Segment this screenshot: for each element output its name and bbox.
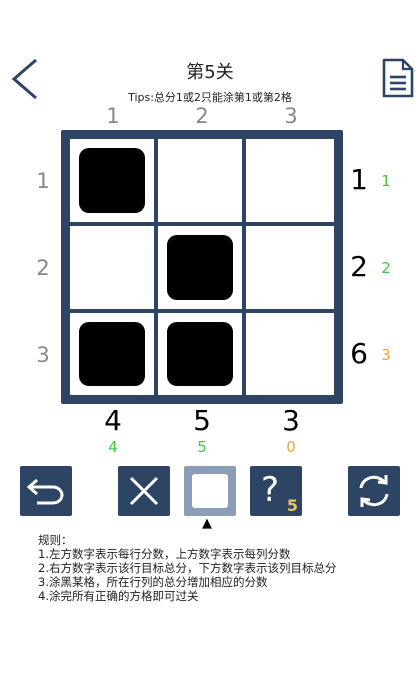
row-label: 1	[36, 169, 50, 193]
filled-square	[167, 322, 233, 386]
cross-mode-button[interactable]	[118, 466, 170, 516]
grid-cell[interactable]	[158, 226, 242, 309]
column-label: 1	[106, 104, 120, 128]
column-target-score: 4	[104, 404, 122, 437]
grid-cell[interactable]	[246, 139, 334, 222]
rule-line: 4.涂完所有正确的方格即可过关	[38, 589, 199, 603]
rules-title: 规则：	[38, 533, 73, 547]
column-current-score: 4	[108, 438, 118, 456]
grid-cell[interactable]	[246, 313, 334, 395]
row-label: 3	[36, 343, 50, 367]
tips-text: Tips:总分1或2只能涂第1或第2格	[128, 91, 292, 104]
fill-mode-button[interactable]	[184, 466, 236, 516]
hint-count-badge: 5	[286, 496, 298, 515]
filled-square	[79, 148, 145, 213]
row-label: 2	[36, 256, 50, 280]
hint-button[interactable]: ? 5	[250, 466, 302, 516]
column-current-score: 0	[286, 438, 296, 456]
row-target-score: 1	[350, 163, 368, 196]
cross-icon	[129, 476, 159, 506]
puzzle-board	[61, 130, 343, 404]
row-target-score: 6	[350, 337, 368, 370]
refresh-icon	[359, 475, 389, 507]
selected-tool-pointer: ▲	[202, 516, 212, 531]
level-title: 第5关	[186, 62, 234, 83]
column-target-score: 5	[193, 404, 211, 437]
filled-square	[79, 322, 145, 386]
rule-line: 3.涂黑某格，所在行列的总分增加相应的分数	[38, 575, 268, 589]
rule-line: 2.右方数字表示该行目标总分，下方数字表示该列目标总分	[38, 561, 337, 575]
question-mark-icon: ?	[260, 470, 280, 510]
column-current-score: 5	[197, 438, 207, 456]
undo-button[interactable]	[20, 466, 72, 516]
grid-cell[interactable]	[158, 313, 242, 395]
column-label: 3	[284, 104, 298, 128]
row-current-score: 3	[381, 346, 391, 364]
rule-line: 1.左方数字表示每行分数，上方数字表示每列分数	[38, 547, 291, 561]
column-target-score: 3	[282, 404, 300, 437]
column-label: 2	[195, 104, 209, 128]
row-current-score: 1	[381, 172, 391, 190]
square-icon	[192, 474, 228, 508]
restart-button[interactable]	[348, 466, 400, 516]
grid-cell[interactable]	[246, 226, 334, 309]
grid-cell[interactable]	[158, 139, 242, 222]
grid-cell[interactable]	[70, 226, 154, 309]
row-current-score: 2	[381, 259, 391, 277]
filled-square	[167, 235, 233, 300]
grid-cell[interactable]	[70, 313, 154, 395]
undo-arrow-icon	[26, 478, 64, 505]
rules-section: 规则： 1.左方数字表示每行分数，上方数字表示每列分数 2.右方数字表示该行目标…	[38, 533, 336, 603]
grid-cell[interactable]	[70, 139, 154, 222]
row-target-score: 2	[350, 250, 368, 283]
